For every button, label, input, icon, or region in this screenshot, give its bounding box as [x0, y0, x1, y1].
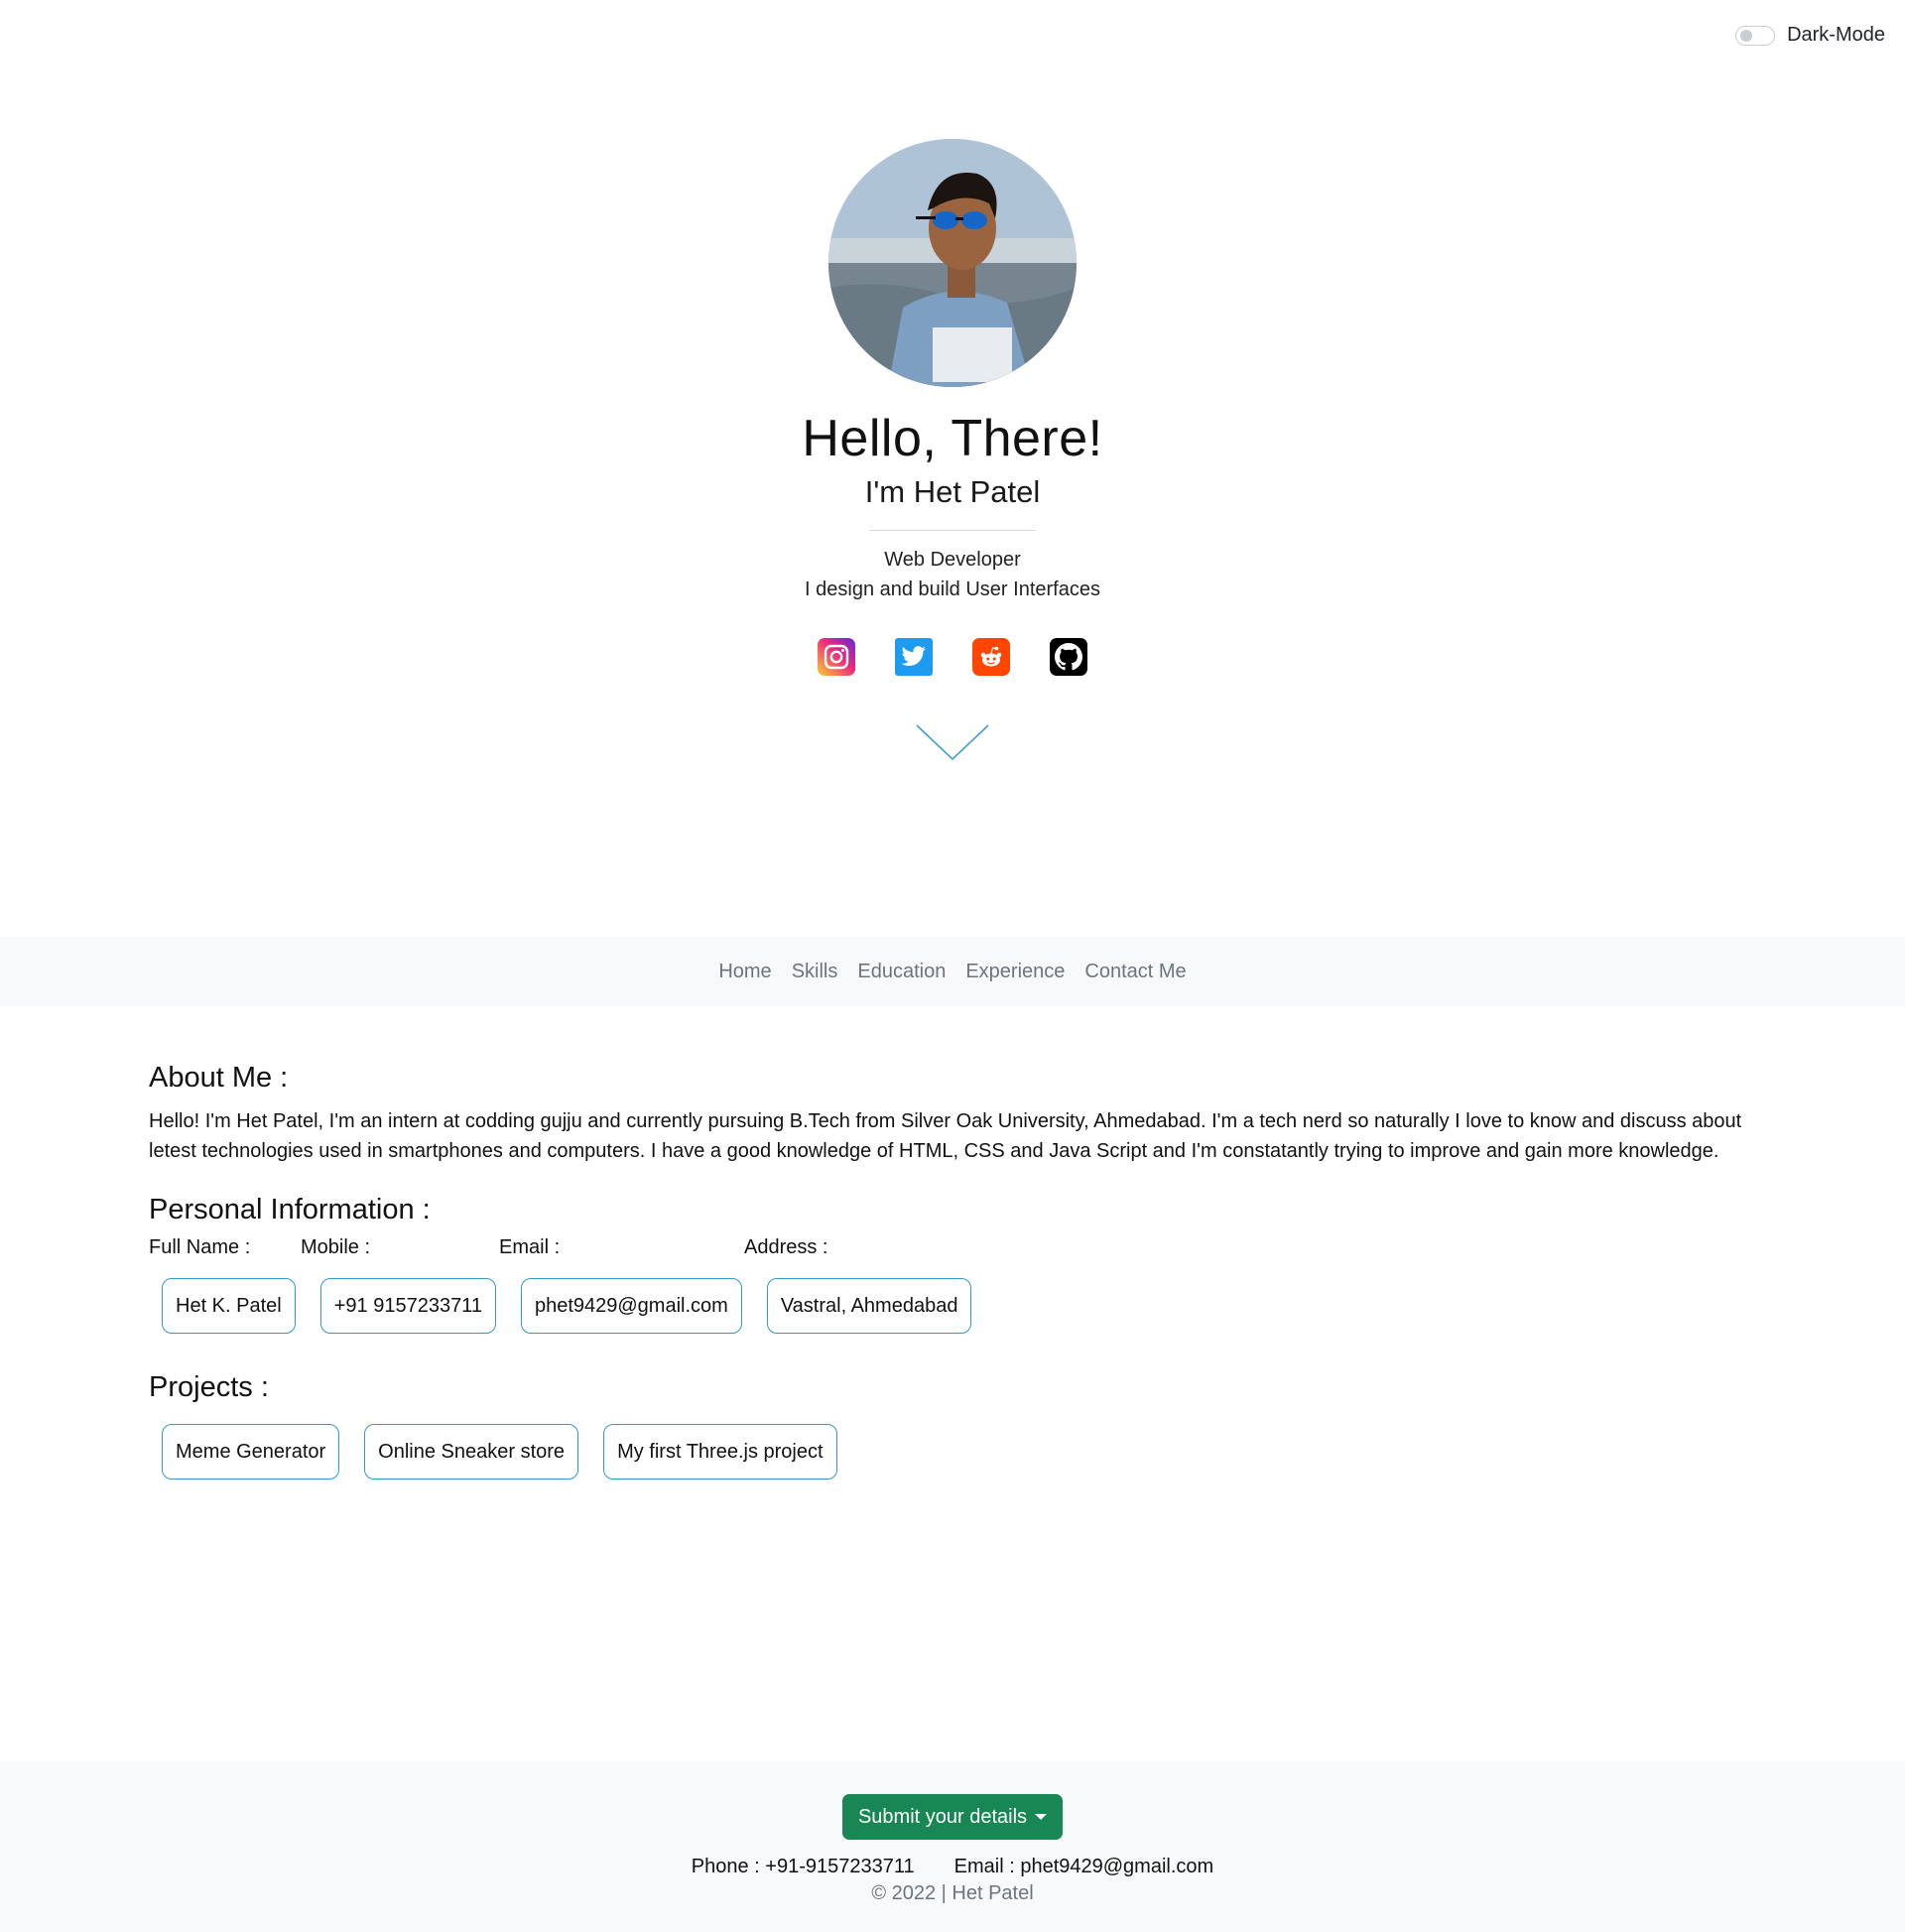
- footer: Submit your details Phone : +91-91572337…: [0, 1761, 1905, 1932]
- hero-greeting: Hello, There!: [802, 410, 1103, 467]
- email-value: phet9429@gmail.com: [520, 1278, 742, 1334]
- address-value: Vastral, Ahmedabad: [766, 1278, 972, 1334]
- github-icon[interactable]: [1050, 638, 1087, 676]
- nav-item-experience[interactable]: Experience: [965, 961, 1065, 983]
- footer-contact: Phone : +91-9157233711 Email : phet9429@…: [692, 1856, 1213, 1878]
- hero-divider: [869, 530, 1036, 531]
- project-item[interactable]: Online Sneaker store: [364, 1424, 579, 1480]
- address-label: Address :: [744, 1236, 828, 1258]
- hero-name: I'm Het Patel: [864, 474, 1041, 509]
- chevron-down-icon[interactable]: [915, 723, 990, 768]
- email-label: Email :: [499, 1236, 561, 1258]
- caret-down-icon: [1035, 1814, 1048, 1820]
- nav-item-contact[interactable]: Contact Me: [1084, 961, 1186, 983]
- nav-item-home[interactable]: Home: [718, 961, 771, 983]
- twitter-icon[interactable]: [895, 638, 933, 676]
- personal-info-values: Het K. Patel +91 9157233711 phet9429@gma…: [149, 1278, 1776, 1334]
- footer-copyright: © 2022 | Het Patel: [871, 1882, 1034, 1904]
- nav-item-education[interactable]: Education: [857, 961, 946, 983]
- personal-info-title: Personal Information :: [149, 1194, 431, 1225]
- submit-details-button[interactable]: Submit your details: [841, 1794, 1064, 1840]
- submit-details-label: Submit your details: [857, 1805, 1028, 1828]
- project-item[interactable]: My first Three.js project: [603, 1424, 837, 1480]
- mobile-value: +91 9157233711: [319, 1278, 496, 1334]
- about-title: About Me :: [149, 1062, 289, 1094]
- personal-info-labels: Full Name : Mobile : Email : Address :: [149, 1236, 1776, 1264]
- project-list: Meme Generator Online Sneaker store My f…: [149, 1424, 1776, 1480]
- profile-avatar: [828, 139, 1077, 387]
- profile-photo: [828, 139, 1077, 387]
- instagram-icon[interactable]: [818, 638, 855, 676]
- mobile-label: Mobile :: [301, 1236, 371, 1258]
- hero-section: Hello, There! I'm Het Patel Web Develope…: [0, 0, 1905, 937]
- nav-item-skills[interactable]: Skills: [792, 961, 838, 983]
- footer-email: Email : phet9429@gmail.com: [953, 1856, 1214, 1877]
- project-item[interactable]: Meme Generator: [162, 1424, 340, 1480]
- full-name-value: Het K. Patel: [162, 1278, 296, 1334]
- hero-tagline: I design and build User Interfaces: [805, 579, 1100, 600]
- footer-phone: Phone : +91-9157233711: [691, 1856, 915, 1877]
- full-name-label: Full Name :: [149, 1236, 251, 1258]
- reddit-icon[interactable]: [972, 638, 1010, 676]
- projects-title: Projects :: [149, 1371, 269, 1403]
- main-navbar: Home Skills Education Experience Contact…: [0, 937, 1905, 1006]
- social-links: [818, 638, 1087, 676]
- hero-role: Web Developer: [884, 549, 1021, 571]
- about-text: Hello! I'm Het Patel, I'm an intern at c…: [149, 1110, 1742, 1162]
- main-content: About Me : Hello! I'm Het Patel, I'm an …: [149, 1062, 1776, 1480]
